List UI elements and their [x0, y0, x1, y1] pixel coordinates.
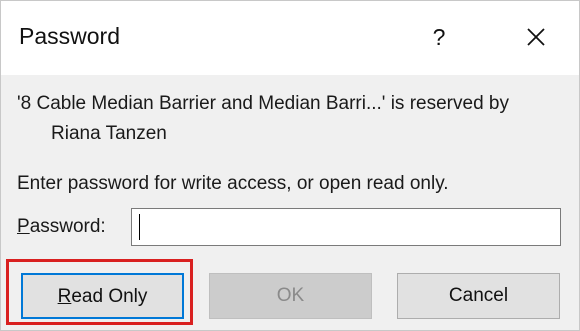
- password-dialog: Password ? '8 Cable Median Barrier and M…: [0, 0, 580, 331]
- message-line-2: Riana Tanzen: [51, 123, 167, 144]
- close-icon: [527, 28, 545, 46]
- password-input[interactable]: [131, 208, 561, 246]
- cancel-button[interactable]: Cancel: [397, 273, 560, 319]
- read-only-label: ead Only: [71, 286, 148, 307]
- close-button[interactable]: [516, 17, 556, 57]
- message-line-1: '8 Cable Median Barrier and Median Barri…: [17, 93, 509, 114]
- text-caret: [139, 214, 140, 240]
- ok-button[interactable]: OK: [209, 273, 372, 319]
- password-label-accelerator: P: [17, 216, 30, 237]
- dialog-title: Password: [19, 23, 120, 49]
- read-only-button[interactable]: Read Only: [21, 273, 184, 319]
- password-prompt: Enter password for write access, or open…: [17, 173, 449, 194]
- read-only-accelerator: R: [57, 286, 72, 307]
- title-bar: Password ?: [1, 1, 579, 75]
- password-label: Password:: [17, 216, 106, 238]
- reservation-message: '8 Cable Median Barrier and Median Barri…: [17, 89, 567, 149]
- help-button[interactable]: ?: [419, 17, 459, 57]
- password-label-text: assword:: [29, 216, 106, 237]
